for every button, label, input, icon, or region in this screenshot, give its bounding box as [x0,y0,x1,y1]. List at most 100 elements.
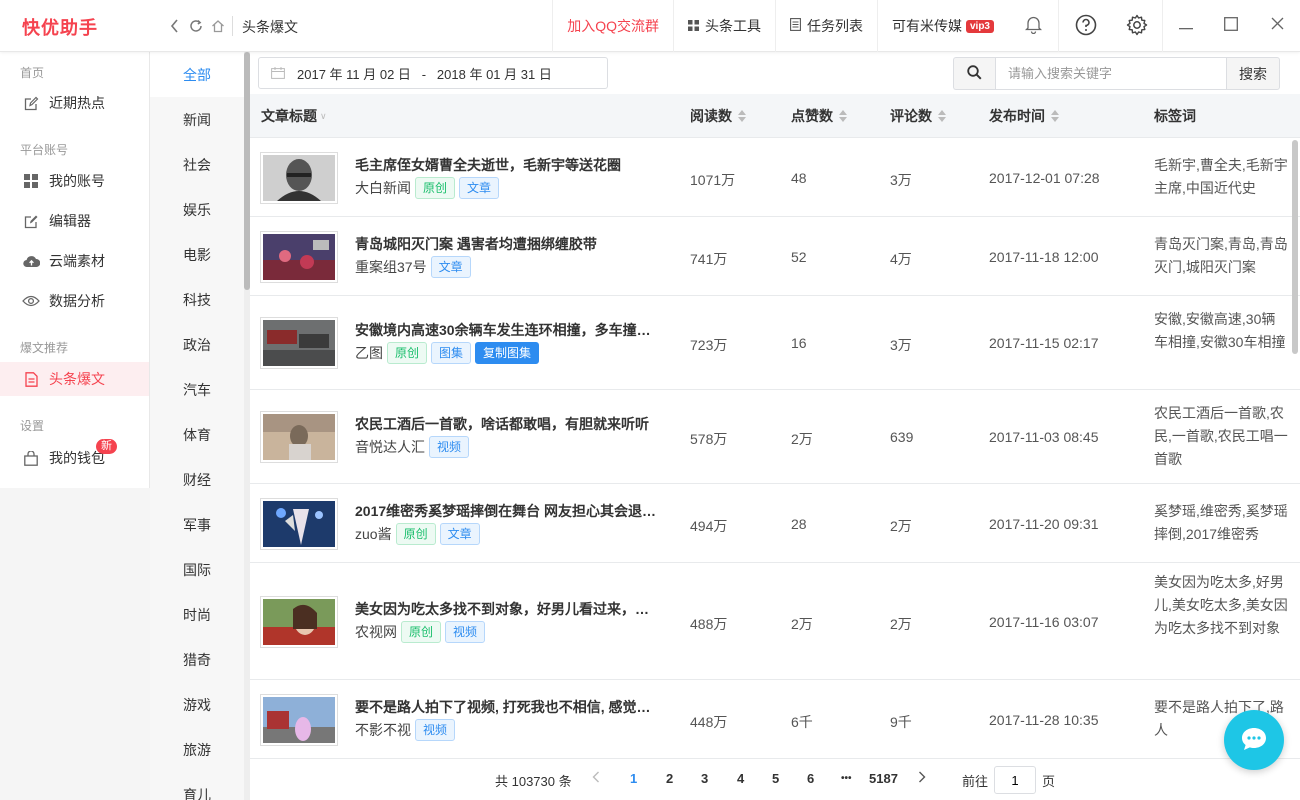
prev-page-button[interactable] [592,771,600,786]
article-thumbnail[interactable] [260,151,338,204]
article-thumbnail[interactable] [260,230,338,283]
category-item[interactable]: 猎奇 [150,637,244,682]
col-reads-header[interactable]: 阅读数 [690,94,746,138]
table-row[interactable]: 2017维密秀奚梦瑶摔倒在舞台 网友担心其会退… zuo酱 原创 文章 494万 2… [250,484,1300,563]
article-source[interactable]: 大白新闻 [355,178,411,198]
sort-icon[interactable] [938,110,946,122]
sort-icon[interactable] [1051,110,1059,122]
document-icon [790,18,801,34]
article-title-link[interactable]: 安徽境内高速30余辆车发生连环相撞，多车撞… [355,320,660,340]
breadcrumb: 头条爆文 [242,19,298,35]
article-source[interactable]: 乙图 [355,343,383,363]
settings-button[interactable] [1112,0,1162,52]
col-published-header[interactable]: 发布时间 [989,94,1059,138]
read-count: 723万 [690,337,728,353]
category-item[interactable]: 军事 [150,502,244,547]
next-page-button[interactable] [918,771,926,786]
table-row[interactable]: 安徽境内高速30余辆车发生连环相撞，多车撞… 乙图 原创 图集 复制图集 723万 1… [250,296,1300,390]
search-button[interactable]: 搜索 [1226,57,1280,90]
sidebar-item-cloud[interactable]: 云端素材 [0,244,149,278]
sort-icon[interactable] [738,110,746,122]
copy-gallery-button[interactable]: 复制图集 [475,342,540,364]
category-item[interactable]: 财经 [150,457,244,502]
sidebar-item-toutiao[interactable]: 头条爆文 [0,362,149,396]
table-row[interactable]: 青岛城阳灭门案 遇害者均遭捆绑缠胶带 重案组37号 文章 741万 52 4万 2… [250,217,1300,296]
category-item[interactable]: 旅游 [150,727,244,772]
notification-button[interactable] [1008,0,1058,52]
page-5[interactable]: 5 [772,771,779,786]
sidebar-item-wallet[interactable]: 我的钱包 新 [0,439,149,475]
maximize-button[interactable] [1208,0,1254,52]
page-4[interactable]: 4 [737,771,744,786]
sidebar-item-analytics[interactable]: 数据分析 [0,284,149,318]
article-thumbnail[interactable] [260,411,338,463]
article-thumbnail[interactable] [260,317,338,369]
category-item[interactable]: 全部 [150,52,244,97]
category-item[interactable]: 育儿 [150,772,244,800]
table-row[interactable]: 美女因为吃太多找不到对象，好男儿看过来，… 农视网 原创 视频 488万 2万 2万… [250,563,1300,680]
category-item[interactable]: 国际 [150,547,244,592]
category-item[interactable]: 电影 [150,232,244,277]
minimize-button[interactable] [1162,0,1208,52]
task-list-button[interactable]: 任务列表 [774,0,877,52]
article-title-link[interactable]: 要不是路人拍下了视频, 打死我也不相信, 感觉… [355,697,660,717]
article-source[interactable]: zuo酱 [355,524,392,544]
category-item[interactable]: 汽车 [150,367,244,412]
page-6[interactable]: 6 [807,771,814,786]
home-icon[interactable] [210,16,226,36]
article-title-link[interactable]: 农民工酒后一首歌，啥话都敢唱，有胆就来听听 [355,414,660,434]
account-menu[interactable]: 可有米传媒 vip3 [876,0,1008,52]
search-icon-button[interactable] [953,57,995,90]
help-button[interactable] [1058,0,1112,52]
category-item[interactable]: 游戏 [150,682,244,727]
category-item[interactable]: 新闻 [150,97,244,142]
article-source[interactable]: 音悦达人汇 [355,437,425,457]
sidebar-item-hot[interactable]: 近期热点 [0,86,149,120]
sidebar-item-label: 云端素材 [49,253,105,269]
category-item[interactable]: 政治 [150,322,244,367]
eye-icon [22,292,40,310]
col-comments-header[interactable]: 评论数 [890,94,946,138]
article-title-link[interactable]: 美女因为吃太多找不到对象，好男儿看过来，… [355,599,660,619]
article-thumbnail[interactable] [260,693,338,746]
date-range-picker[interactable]: 2017 年 11 月 02 日 - 2018 年 01 月 31 日 [258,57,608,89]
article-thumbnail[interactable] [260,497,338,550]
table-row[interactable]: 要不是路人拍下了视频, 打死我也不相信, 感觉… 不影不视 视频 448万 6千 … [250,680,1300,758]
article-title-link[interactable]: 青岛城阳灭门案 遇害者均遭捆绑缠胶带 [355,234,660,254]
main-scrollbar-thumb[interactable] [1292,140,1298,354]
comment-count: 2万 [890,517,912,534]
page-2[interactable]: 2 [666,771,673,786]
sidebar-item-my-account[interactable]: 我的账号 [0,164,149,198]
category-item[interactable]: 社会 [150,142,244,187]
page-last[interactable]: 5187 [869,771,898,786]
search-input[interactable] [995,57,1227,90]
page-ellipsis[interactable]: ••• [841,773,852,784]
page-1[interactable]: 1 [630,771,637,786]
category-item[interactable]: 体育 [150,412,244,457]
article-title-link[interactable]: 毛主席侄女婿曹全夫逝世，毛新宇等送花圈 [355,155,660,175]
article-thumbnail[interactable] [260,595,338,648]
category-item[interactable]: 科技 [150,277,244,322]
table-row[interactable]: 毛主席侄女婿曹全夫逝世，毛新宇等送花圈 大白新闻 原创 文章 1071万 48 3万… [250,138,1300,217]
sort-icon[interactable] [839,110,847,122]
toutiao-tools-button[interactable]: 头条工具 [672,0,775,52]
page-3[interactable]: 3 [701,771,708,786]
sidebar-item-editor[interactable]: 编辑器 [0,204,149,238]
category-item[interactable]: 娱乐 [150,187,244,232]
like-count: 6千 [791,713,813,730]
category-item[interactable]: 时尚 [150,592,244,637]
back-icon[interactable] [166,16,182,36]
article-source[interactable]: 重案组37号 [355,257,427,277]
join-qq-group-link[interactable]: 加入QQ交流群 [552,0,673,52]
like-count: 2万 [791,431,813,447]
article-source[interactable]: 农视网 [355,622,397,642]
refresh-icon[interactable] [188,16,204,36]
article-title-link[interactable]: 2017维密秀奚梦瑶摔倒在舞台 网友担心其会退… [355,501,660,521]
article-source[interactable]: 不影不视 [355,720,411,740]
close-button[interactable] [1254,0,1300,52]
col-likes-header[interactable]: 点赞数 [791,94,847,138]
chat-button[interactable] [1224,710,1284,770]
table-row[interactable]: 农民工酒后一首歌，啥话都敢唱，有胆就来听听 音悦达人汇 视频 578万 2万 63… [250,390,1300,484]
goto-page-input[interactable] [994,766,1036,794]
col-title-header[interactable]: 文章标题 ∨ [261,94,327,138]
